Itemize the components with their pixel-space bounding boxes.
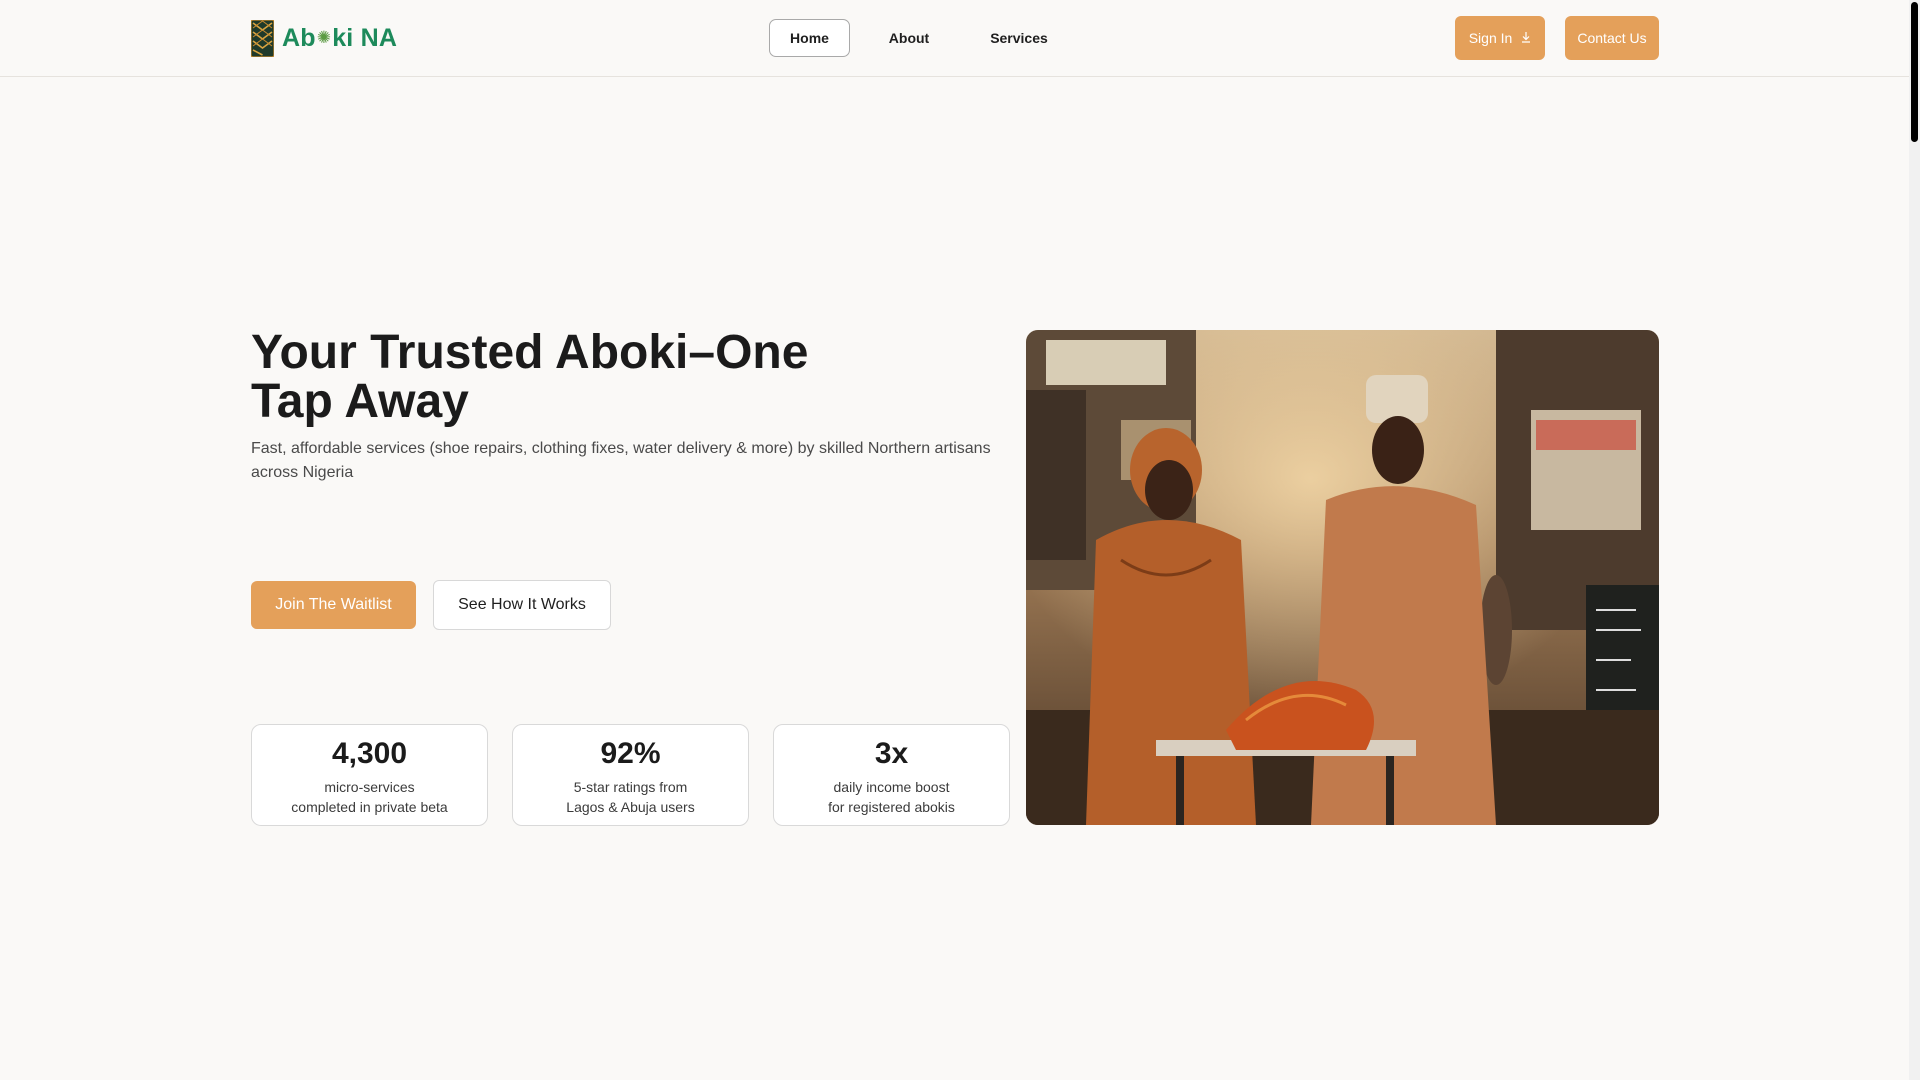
stat-card-income: 3x daily income boost for registered abo… <box>773 724 1010 826</box>
logo[interactable]: Ab ✺ ki NA <box>250 18 397 58</box>
site-header: Ab ✺ ki NA Home About Services Sign In C… <box>0 0 1909 77</box>
stat-description: micro-services completed in private beta <box>252 777 487 817</box>
logo-pattern-icon <box>250 18 275 58</box>
scrollbar-thumb[interactable] <box>1911 2 1918 142</box>
stat-value: 3x <box>874 737 909 770</box>
download-icon <box>1521 30 1531 46</box>
main-nav: Home About Services <box>769 19 1069 57</box>
logo-text-a: Ab <box>282 23 316 52</box>
sign-in-button[interactable]: Sign In <box>1455 16 1545 60</box>
nav-about[interactable]: About <box>869 19 949 57</box>
hero-title: Your Trusted Aboki–One Tap Away <box>251 328 871 426</box>
stat-desc-line2: for registered abokis <box>828 799 955 815</box>
see-how-it-works-button[interactable]: See How It Works <box>433 580 611 630</box>
logo-text: Ab ✺ ki NA <box>282 24 397 53</box>
sun-icon: ✺ <box>316 28 332 47</box>
stat-value: 4,300 <box>331 737 408 770</box>
stat-desc-line1: 5-star ratings from <box>573 779 688 795</box>
stat-card-ratings: 92% 5-star ratings from Lagos & Abuja us… <box>512 724 749 826</box>
stat-description: 5-star ratings from Lagos & Abuja users <box>513 777 748 817</box>
page-scrollbar[interactable] <box>1909 0 1920 1080</box>
hero-title-line1: Your Trusted Aboki–One <box>251 326 809 379</box>
stat-desc-line2: Lagos & Abuja users <box>566 799 695 815</box>
hero-title-line2: Tap Away <box>251 375 469 428</box>
stat-card-services: 4,300 micro-services completed in privat… <box>251 724 488 826</box>
logo-text-b: ki NA <box>332 23 398 52</box>
stat-desc-line1: daily income boost <box>833 779 950 795</box>
hero-image <box>1026 330 1659 825</box>
hero-subtitle: Fast, affordable services (shoe repairs,… <box>251 440 991 481</box>
stat-description: daily income boost for registered abokis <box>774 777 1009 817</box>
stat-desc-line1: micro-services <box>324 779 415 795</box>
join-waitlist-button[interactable]: Join The Waitlist <box>251 581 416 629</box>
contact-us-button[interactable]: Contact Us <box>1565 16 1659 60</box>
nav-home[interactable]: Home <box>769 19 850 57</box>
stat-desc-line2: completed in private beta <box>291 799 448 815</box>
stat-value: 92% <box>600 737 661 770</box>
sign-in-label: Sign In <box>1468 30 1513 46</box>
nav-services[interactable]: Services <box>969 19 1069 57</box>
